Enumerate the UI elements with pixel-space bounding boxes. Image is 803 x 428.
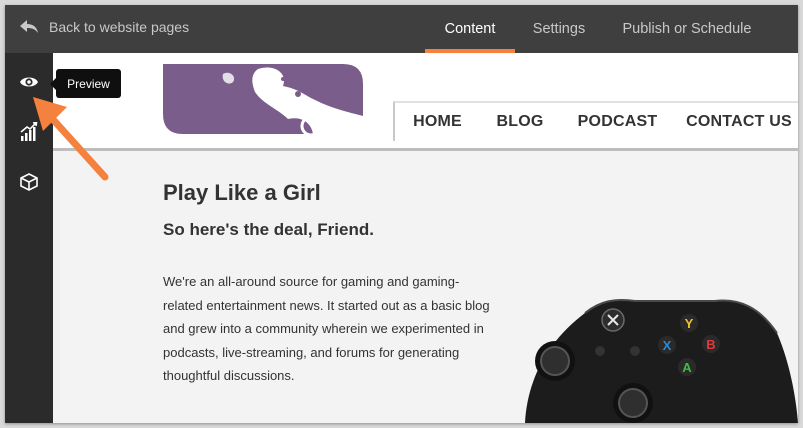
nav-item-podcast[interactable]: PODCAST xyxy=(560,103,675,141)
nav-item-blog[interactable]: BLOG xyxy=(480,103,560,141)
back-label: Back to website pages xyxy=(49,19,190,35)
bar-chart-icon xyxy=(20,122,38,141)
tab-settings[interactable]: Settings xyxy=(515,5,603,53)
nav-item-contact-us[interactable]: CONTACT US xyxy=(675,103,798,141)
nav-item-home[interactable]: HOME xyxy=(395,103,480,141)
eye-icon xyxy=(20,77,38,87)
svg-text:X: X xyxy=(663,338,672,353)
site-nav: HOME BLOG PODCAST CONTACT US xyxy=(393,101,798,141)
game-controller-image: Y B X A xyxy=(525,298,798,423)
page-preview: HOME BLOG PODCAST CONTACT US Play Like a… xyxy=(53,53,798,423)
analytics-button[interactable] xyxy=(5,110,53,154)
editor-window: Back to website pages Content Settings P… xyxy=(5,5,798,423)
page-body-text: We're an all-around source for gaming an… xyxy=(163,274,490,383)
back-to-website-pages-link[interactable]: Back to website pages xyxy=(19,5,189,49)
svg-text:Y: Y xyxy=(685,316,694,331)
site-logo xyxy=(163,64,363,134)
cube-icon xyxy=(20,173,38,191)
page-headline: Play Like a Girl xyxy=(163,180,321,205)
svg-text:A: A xyxy=(682,360,692,375)
tab-content[interactable]: Content xyxy=(425,5,515,53)
site-header: HOME BLOG PODCAST CONTACT US xyxy=(53,53,798,151)
page-subheading: So here's the deal, Friend. xyxy=(163,220,374,239)
tab-publish-or-schedule[interactable]: Publish or Schedule xyxy=(603,5,771,53)
editor-tabs: Content Settings Publish or Schedule xyxy=(425,5,771,53)
modules-button[interactable] xyxy=(5,160,53,204)
editor-sidebar xyxy=(5,53,53,423)
preview-tooltip: Preview xyxy=(50,69,121,98)
preview-button[interactable] xyxy=(5,60,53,104)
back-arrow-icon xyxy=(20,20,38,33)
svg-text:B: B xyxy=(706,337,715,352)
editor-top-bar: Back to website pages Content Settings P… xyxy=(5,5,798,53)
